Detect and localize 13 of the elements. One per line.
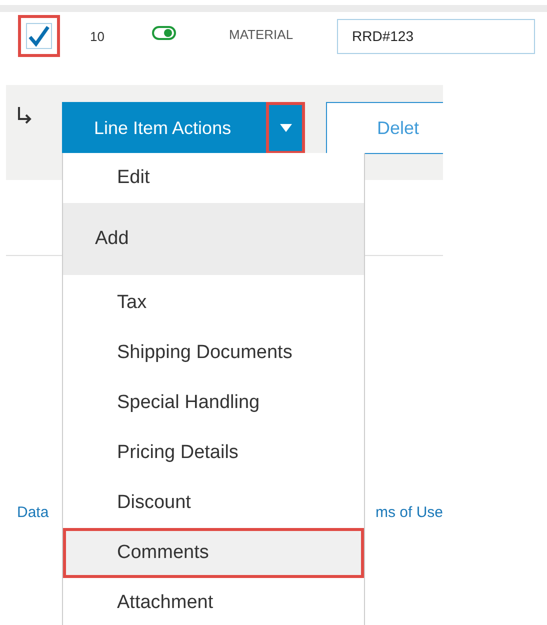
reference-field[interactable]: RRD#123 — [337, 18, 535, 54]
menu-item[interactable]: Comments — [63, 528, 364, 578]
checkmark-icon — [27, 24, 51, 48]
return-arrow-icon — [16, 106, 32, 124]
dropdown-caret[interactable] — [266, 102, 305, 154]
footer-link[interactable]: Data — [17, 504, 49, 521]
caret-icon — [280, 124, 292, 132]
checkbox[interactable] — [18, 15, 60, 57]
footer-link[interactable]: ms of Use — [375, 504, 443, 521]
item-type: MATERIAL — [229, 26, 294, 42]
line-item-actions-button[interactable]: Line Item Actions — [62, 102, 266, 154]
line-number: 10 — [90, 28, 106, 44]
menu-group-header: Add — [63, 203, 364, 275]
